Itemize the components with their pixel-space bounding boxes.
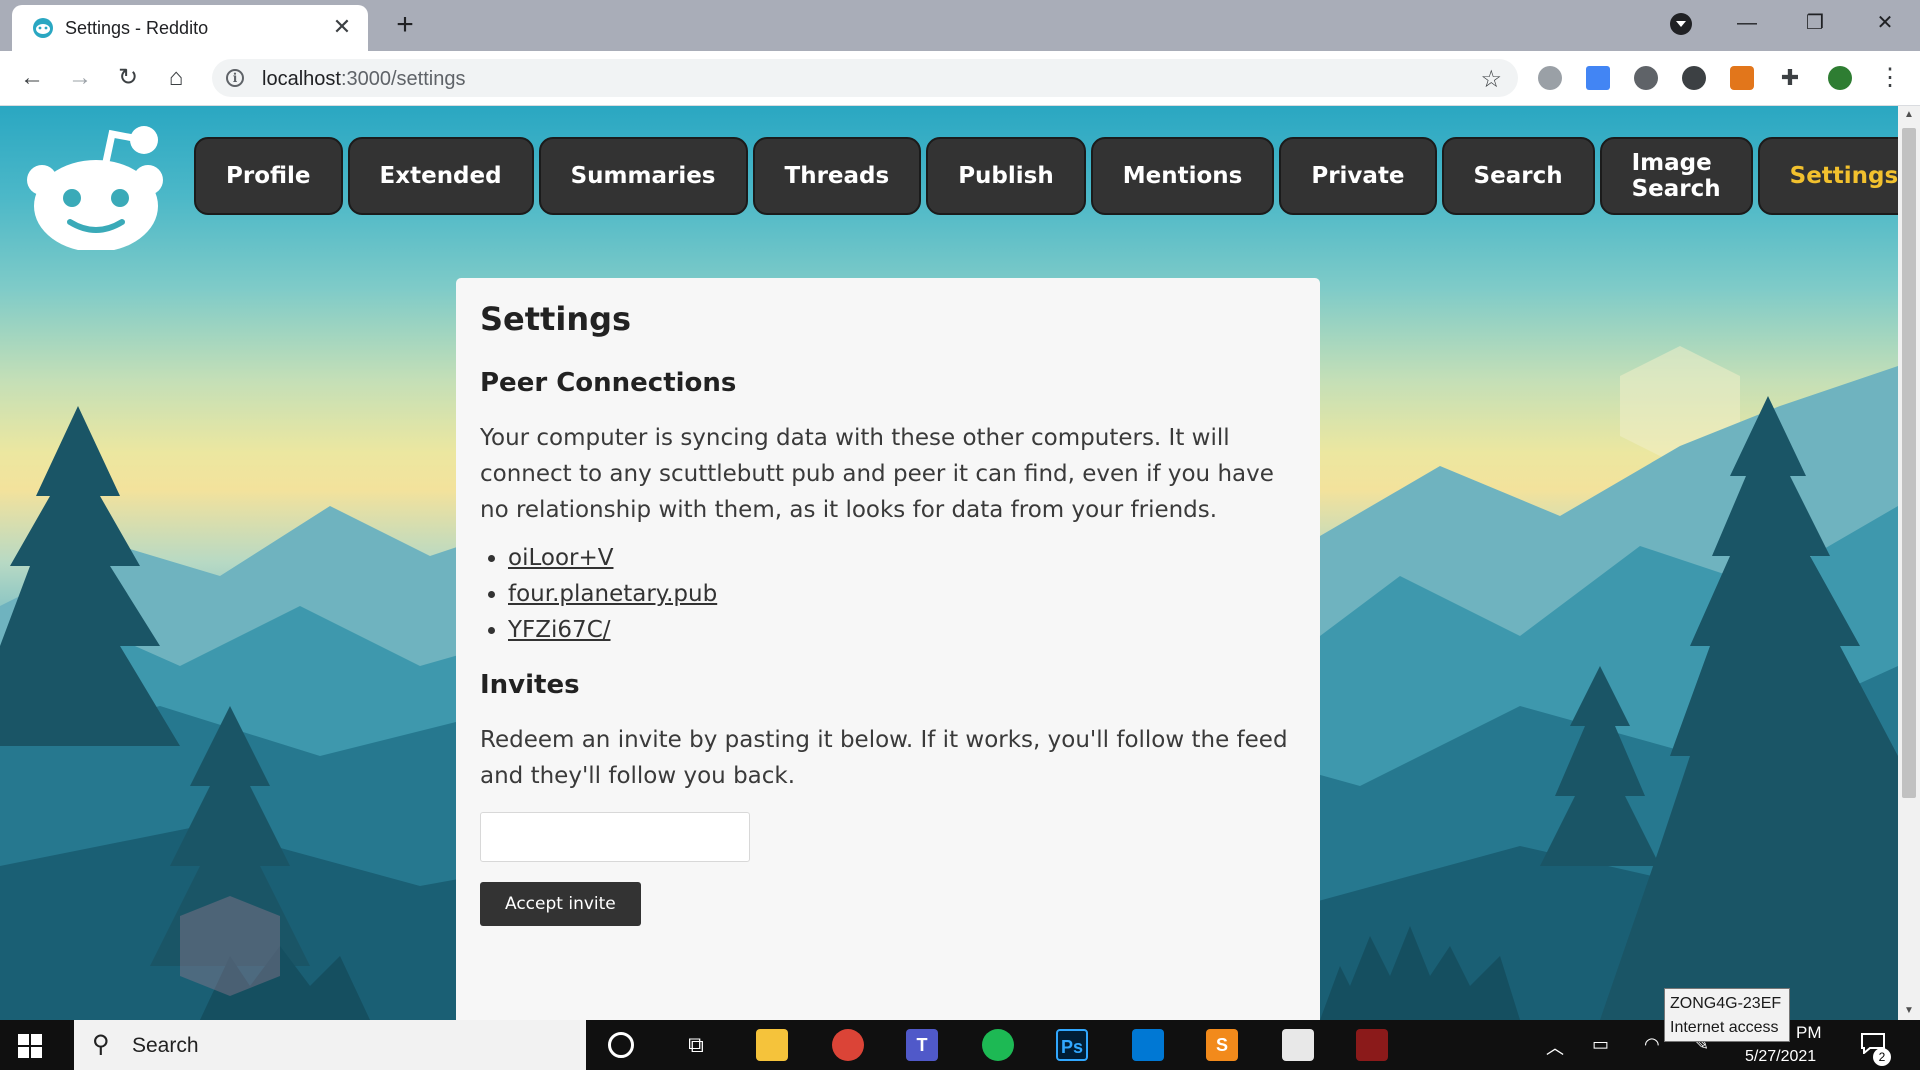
battery-icon[interactable]: ▭ [1592, 1034, 1609, 1055]
scroll-down-arrow-icon[interactable]: ▼ [1898, 1002, 1920, 1020]
wifi-tooltip: ZONG4G-23EF Internet access [1664, 988, 1790, 1042]
nav-profile[interactable]: Profile [194, 137, 343, 215]
file-explorer-icon[interactable] [756, 1029, 788, 1061]
back-arrow-icon[interactable]: ← [18, 64, 46, 92]
info-icon[interactable]: i [226, 69, 244, 87]
main-nav: Profile Extended Summaries Threads Publi… [194, 137, 1898, 215]
teams-icon[interactable]: T [906, 1029, 938, 1061]
windows-start-icon[interactable] [18, 1034, 42, 1058]
reload-icon[interactable]: ↻ [114, 64, 142, 92]
settings-card: Settings Peer Connections Your computer … [456, 278, 1320, 1020]
address-bar[interactable]: i localhost:3000/settings ☆ [212, 59, 1518, 97]
winrar-icon[interactable] [1356, 1029, 1388, 1061]
accept-invite-button[interactable]: Accept invite [480, 882, 641, 926]
restore-button[interactable]: ❐ [1790, 6, 1840, 40]
nav-search[interactable]: Search [1441, 137, 1595, 215]
home-icon[interactable]: ⌂ [162, 64, 190, 92]
tab-title: Settings - Reddito [65, 18, 209, 38]
nav-publish[interactable]: Publish [926, 137, 1086, 215]
chevron-up-icon[interactable]: ︿ [1546, 1034, 1564, 1060]
close-tab-icon[interactable]: ✕ [330, 15, 354, 39]
peer-list-item: oiLoor+V [508, 540, 1296, 576]
page-title: Settings [480, 300, 632, 338]
clock-date[interactable]: 5/27/2021 [1745, 1048, 1816, 1066]
peer-link[interactable]: four.planetary.pub [508, 581, 717, 607]
invites-description: Redeem an invite by pasting it below. If… [480, 727, 1288, 789]
cortana-icon[interactable] [608, 1032, 634, 1058]
url-path: :3000/settings [340, 68, 466, 90]
wifi-tooltip-status: Internet access [1670, 1019, 1779, 1036]
url-host: localhost [262, 68, 341, 90]
peer-connections-description: Your computer is syncing data with these… [480, 425, 1274, 523]
peer-connections-heading: Peer Connections [480, 368, 737, 398]
nav-threads[interactable]: Threads [752, 137, 922, 215]
new-tab-button[interactable]: + [390, 10, 420, 40]
translate-extension-icon[interactable] [1586, 66, 1610, 90]
reddito-logo-icon[interactable] [24, 118, 164, 250]
metamask-fox-icon[interactable] [1730, 66, 1754, 90]
peer-list-item: four.planetary.pub [508, 576, 1296, 612]
forward-arrow-icon[interactable]: → [66, 64, 94, 92]
wifi-tooltip-name: ZONG4G-23EF [1670, 995, 1782, 1012]
wifi-icon[interactable]: ◠ [1644, 1034, 1660, 1055]
nav-extended[interactable]: Extended [347, 137, 534, 215]
notification-count-badge: 2 [1873, 1048, 1891, 1066]
invites-heading: Invites [480, 670, 580, 700]
photoshop-icon[interactable]: Ps [1056, 1029, 1088, 1061]
search-icon: ⚲ [92, 1031, 110, 1058]
invite-input[interactable] [480, 812, 750, 862]
vscode-icon[interactable] [1132, 1029, 1164, 1061]
minimize-button[interactable]: — [1722, 6, 1772, 40]
scroll-thumb[interactable] [1902, 128, 1916, 798]
close-window-button[interactable]: ✕ [1860, 6, 1910, 40]
reddit-favicon-icon [33, 18, 53, 38]
taskbar-search-box[interactable]: ⚲ Search [74, 1020, 586, 1070]
scroll-up-arrow-icon[interactable]: ▲ [1898, 106, 1920, 124]
page-viewport: Profile Extended Summaries Threads Publi… [0, 106, 1898, 1020]
globe-extension-icon[interactable] [1538, 66, 1562, 90]
nav-image-search[interactable]: Image Search [1599, 137, 1753, 215]
chrome-icon[interactable] [820, 1020, 876, 1070]
bookmark-star-icon[interactable]: ☆ [1480, 65, 1502, 94]
peer-list: oiLoor+V four.planetary.pub YFZi67C/ [480, 540, 1296, 648]
profile-avatar-icon[interactable] [1828, 66, 1852, 90]
peer-list-item: YFZi67C/ [508, 612, 1296, 648]
taskbar-search-label: Search [132, 1034, 199, 1057]
extension-icon[interactable] [1634, 66, 1658, 90]
paint-icon[interactable] [1282, 1029, 1314, 1061]
peer-link[interactable]: YFZi67C/ [508, 617, 611, 643]
task-view-icon[interactable]: ⧉ [680, 1029, 712, 1061]
nav-mentions[interactable]: Mentions [1090, 137, 1275, 215]
sublime-text-icon[interactable]: S [1206, 1029, 1238, 1061]
nav-settings[interactable]: Settings [1757, 137, 1898, 215]
puzzle-extensions-icon[interactable]: ✚ [1778, 66, 1802, 90]
windows-taskbar: ⚲ Search ⧉ T Ps S ︿ ▭ ◠ ✎ PM 5/27/2021 2 [0, 1020, 1920, 1070]
spotify-icon[interactable] [982, 1029, 1014, 1061]
browser-toolbar: ← → ↻ ⌂ i localhost:3000/settings ☆ ✚ ⋮ [0, 51, 1920, 106]
browser-tab[interactable]: Settings - Reddito ✕ [12, 5, 368, 51]
browser-tab-strip: Settings - Reddito ✕ + — ❐ ✕ [0, 0, 1920, 51]
clock-time[interactable]: PM [1796, 1023, 1822, 1043]
nav-private[interactable]: Private [1279, 137, 1437, 215]
kebab-menu-icon[interactable]: ⋮ [1878, 63, 1902, 93]
url-text: localhost:3000/settings [262, 68, 465, 91]
ghostery-extension-icon[interactable] [1682, 66, 1706, 90]
nav-summaries[interactable]: Summaries [538, 137, 748, 215]
peer-link[interactable]: oiLoor+V [508, 545, 613, 571]
tab-search-icon[interactable] [1670, 13, 1692, 35]
page-scrollbar[interactable]: ▲ ▼ [1898, 106, 1920, 1020]
